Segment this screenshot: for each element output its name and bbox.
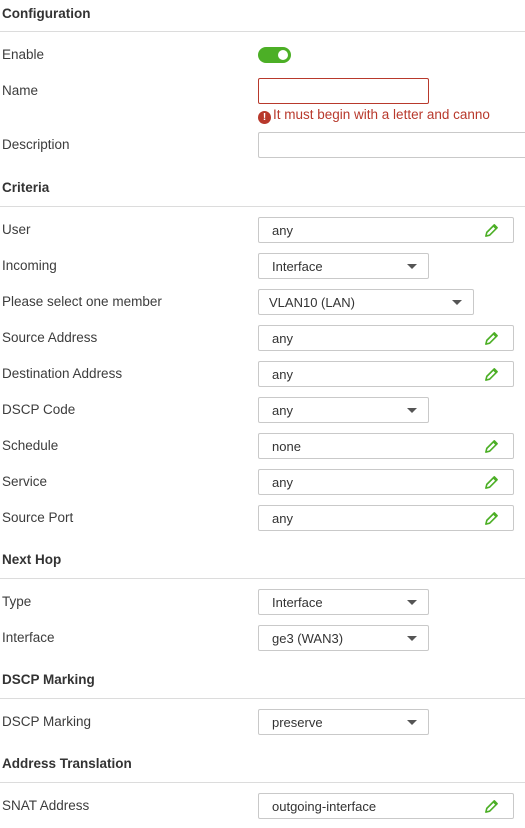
dscp-code-select[interactable]: any	[258, 397, 429, 423]
dscp-code-label: DSCP Code	[2, 402, 76, 417]
chevron-down-icon	[452, 300, 462, 305]
destination-address-value: any	[272, 367, 293, 382]
pencil-icon[interactable]	[484, 367, 499, 382]
enable-toggle[interactable]	[258, 47, 291, 63]
service-field[interactable]: any	[258, 469, 514, 495]
pencil-icon[interactable]	[484, 331, 499, 346]
description-input[interactable]	[258, 132, 525, 158]
divider	[0, 578, 525, 579]
incoming-label: Incoming	[2, 258, 57, 273]
user-value: any	[272, 223, 293, 238]
source-address-label: Source Address	[2, 330, 98, 345]
divider	[0, 206, 525, 207]
section-title-configuration: Configuration	[2, 6, 91, 21]
description-label: Description	[2, 137, 70, 152]
type-select[interactable]: Interface	[258, 589, 429, 615]
dscp-marking-value: preserve	[272, 715, 323, 730]
name-error-message: ! It must begin with a letter and canno	[258, 107, 525, 124]
divider	[0, 698, 525, 699]
pencil-icon[interactable]	[484, 223, 499, 238]
name-error-text: It must begin with a letter and canno	[273, 107, 490, 122]
incoming-select[interactable]: Interface	[258, 253, 429, 279]
chevron-down-icon	[407, 600, 417, 605]
section-title-dscp-marking: DSCP Marking	[2, 672, 95, 687]
schedule-value: none	[272, 439, 301, 454]
pencil-icon[interactable]	[484, 439, 499, 454]
divider	[0, 782, 525, 783]
chevron-down-icon	[407, 408, 417, 413]
source-address-field[interactable]: any	[258, 325, 514, 351]
interface-label: Interface	[2, 630, 55, 645]
interface-value: ge3 (WAN3)	[272, 631, 344, 646]
snat-address-label: SNAT Address	[2, 798, 90, 813]
pencil-icon[interactable]	[484, 799, 499, 814]
error-icon: !	[258, 111, 271, 124]
type-value: Interface	[272, 595, 323, 610]
member-value: VLAN10 (LAN)	[269, 295, 355, 310]
service-value: any	[272, 475, 293, 490]
source-address-value: any	[272, 331, 293, 346]
section-title-next-hop: Next Hop	[2, 552, 62, 567]
toggle-knob	[278, 50, 288, 60]
member-label: Please select one member	[2, 294, 162, 309]
dscp-marking-select[interactable]: preserve	[258, 709, 429, 735]
source-port-label: Source Port	[2, 510, 74, 525]
chevron-down-icon	[407, 720, 417, 725]
section-title-address-translation: Address Translation	[2, 756, 132, 771]
snat-address-field[interactable]: outgoing-interface	[258, 793, 514, 819]
divider	[0, 31, 525, 32]
interface-select[interactable]: ge3 (WAN3)	[258, 625, 429, 651]
schedule-field[interactable]: none	[258, 433, 514, 459]
incoming-value: Interface	[272, 259, 323, 274]
chevron-down-icon	[407, 264, 417, 269]
enable-label: Enable	[2, 47, 45, 62]
section-title-criteria: Criteria	[2, 180, 50, 195]
name-label: Name	[2, 83, 39, 98]
user-label: User	[2, 222, 31, 237]
pencil-icon[interactable]	[484, 475, 499, 490]
member-select[interactable]: VLAN10 (LAN)	[258, 289, 474, 315]
snat-address-value: outgoing-interface	[272, 799, 377, 814]
service-label: Service	[2, 474, 48, 489]
destination-address-field[interactable]: any	[258, 361, 514, 387]
dscp-code-value: any	[272, 403, 293, 418]
pencil-icon[interactable]	[484, 511, 499, 526]
source-port-value: any	[272, 511, 293, 526]
source-port-field[interactable]: any	[258, 505, 514, 531]
type-label: Type	[2, 594, 32, 609]
destination-address-label: Destination Address	[2, 366, 123, 381]
dscp-marking-label: DSCP Marking	[2, 714, 92, 729]
chevron-down-icon	[407, 636, 417, 641]
user-field[interactable]: any	[258, 217, 514, 243]
name-input[interactable]	[258, 78, 429, 104]
schedule-label: Schedule	[2, 438, 59, 453]
